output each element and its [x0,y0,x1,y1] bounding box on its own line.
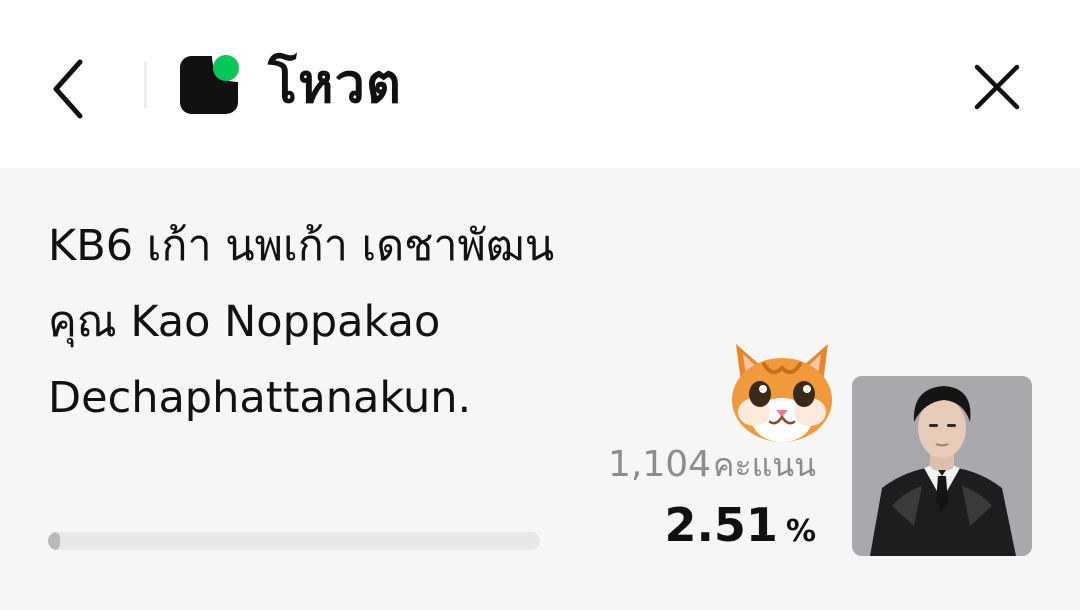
orange-cat-face-icon [732,344,832,442]
page-title: โหวต [268,52,402,115]
line-voom-logo-icon [180,55,239,114]
header-divider [144,62,147,108]
vote-progress-bar [48,532,540,550]
back-button[interactable] [38,54,98,124]
vote-count-value: 1,104 [607,444,712,485]
close-icon [974,64,1020,110]
vote-count: 1,104คะแนน [560,440,816,491]
vote-percentage: 2.51% [560,498,816,552]
vote-progress-fill [48,532,61,550]
top-bar: โหวต [0,0,1080,168]
vote-count-unit: คะแนน [713,446,816,484]
percent-sign: % [785,514,816,549]
candidate-portrait-image [852,376,1032,556]
candidate-name: KB6 เก้า นพเก้า เดชาพัฒนคุณ Kao Noppakao… [48,221,555,423]
candidate-photo [852,376,1032,556]
vote-percentage-value: 2.51 [664,498,778,552]
close-button[interactable] [962,52,1032,122]
vote-option-card[interactable]: KB6 เก้า นพเก้า เดชาพัฒนคุณ Kao Noppakao… [0,168,1080,610]
chevron-left-icon [53,59,83,119]
